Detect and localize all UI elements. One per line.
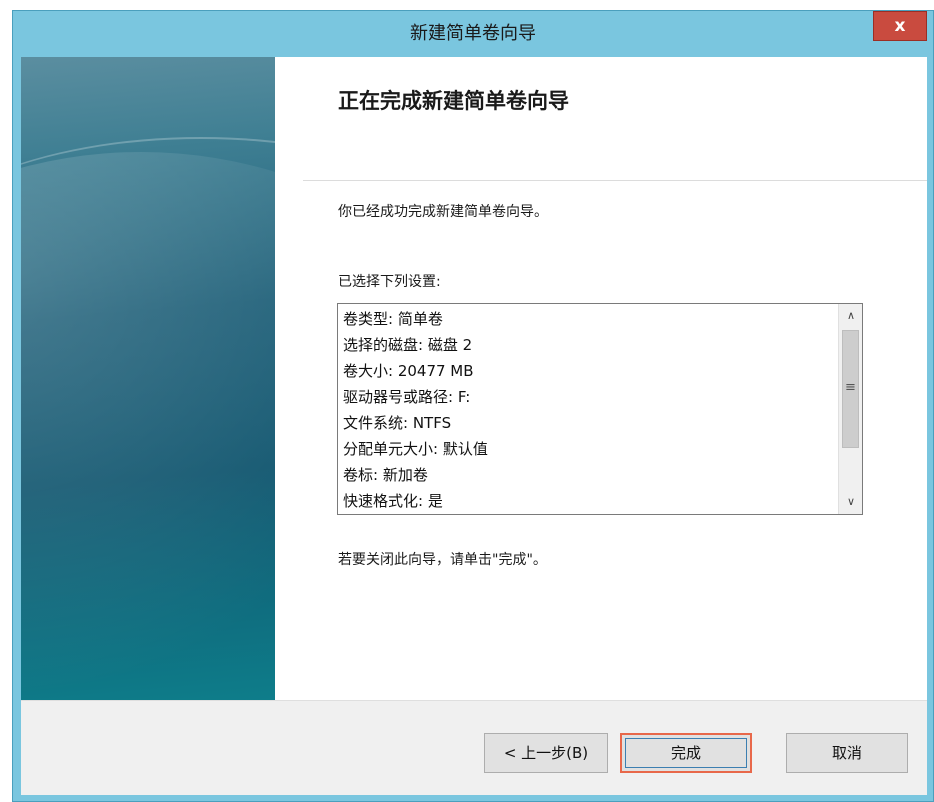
header-divider [303, 180, 927, 181]
settings-list: 卷类型: 简单卷 选择的磁盘: 磁盘 2 卷大小: 20477 MB 驱动器号或… [343, 306, 488, 514]
settings-item-quick-format: 快速格式化: 是 [343, 492, 443, 510]
close-icon: x [894, 16, 906, 36]
scroll-down-icon[interactable]: ∨ [839, 490, 862, 514]
scroll-up-icon[interactable]: ∧ [839, 304, 862, 328]
wizard-banner-image [21, 57, 275, 700]
success-text: 你已经成功完成新建简单卷向导。 [338, 204, 548, 220]
close-hint-text: 若要关闭此向导，请单击"完成"。 [338, 552, 547, 568]
wizard-heading: 正在完成新建简单卷向导 [338, 89, 569, 113]
settings-item-volume-size: 卷大小: 20477 MB [343, 362, 474, 380]
close-button[interactable]: x [873, 11, 927, 41]
settings-item-drive-letter: 驱动器号或路径: F: [343, 388, 471, 406]
settings-item-volume-type: 卷类型: 简单卷 [343, 310, 443, 328]
banner-swoosh-line [21, 137, 275, 399]
settings-item-volume-label: 卷标: 新加卷 [343, 466, 428, 484]
settings-scrollbar[interactable]: ∧ ≡ ∨ [838, 304, 862, 514]
wizard-body: 正在完成新建简单卷向导 你已经成功完成新建简单卷向导。 已选择下列设置: 卷类型… [21, 57, 927, 795]
settings-item-allocation-unit: 分配单元大小: 默认值 [343, 440, 488, 458]
settings-item-file-system: 文件系统: NTFS [343, 414, 452, 432]
window-title: 新建简单卷向导 [410, 23, 536, 44]
finish-button[interactable]: 完成 [620, 733, 752, 773]
settings-listbox[interactable]: 卷类型: 简单卷 选择的磁盘: 磁盘 2 卷大小: 20477 MB 驱动器号或… [337, 303, 863, 515]
scroll-grip-icon: ≡ [845, 380, 856, 395]
cancel-button[interactable]: 取消 [786, 733, 908, 773]
settings-item-disk: 选择的磁盘: 磁盘 2 [343, 336, 473, 354]
settings-label: 已选择下列设置: [338, 274, 441, 290]
scroll-thumb[interactable]: ≡ [842, 330, 859, 448]
back-button[interactable]: < 上一步(B) [484, 733, 608, 773]
title-bar[interactable]: 新建简单卷向导 x [13, 11, 933, 57]
button-bar: < 上一步(B) 完成 取消 [21, 700, 927, 795]
wizard-window: 新建简单卷向导 x 正在完成新建简单卷向导 你已经成功完成新建简单卷向导。 已选… [12, 10, 934, 802]
finish-focus-ring [625, 738, 747, 768]
